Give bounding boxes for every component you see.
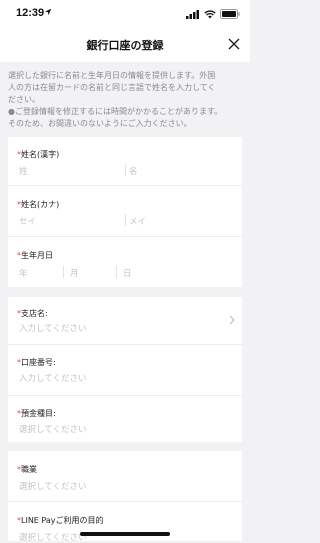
location-arrow-icon — [44, 8, 52, 16]
deposit-type-select[interactable]: 選択してください — [19, 423, 87, 435]
field-divider — [125, 214, 126, 226]
name-kanji-field[interactable]: *姓名(漢字) 姓 名 — [8, 137, 242, 186]
notice-line: そのため、お間違いのないようにご入力ください。 — [8, 119, 192, 128]
first-name-kanji-input[interactable]: 名 — [129, 165, 138, 177]
close-icon[interactable] — [226, 36, 242, 52]
account-number-label: 口座番号: — [21, 358, 56, 367]
name-kanji-label: 姓名(漢字) — [21, 150, 60, 159]
notice-line: ださい。 — [8, 95, 40, 104]
status-bar: 12:39 — [0, 0, 250, 28]
deposit-type-label: 預金種目: — [21, 409, 56, 418]
branch-field[interactable]: *支店名: 入力してください — [8, 297, 242, 345]
birthdate-label: 生年月日 — [21, 251, 53, 260]
battery-icon — [220, 9, 240, 19]
notice-line: ●ご登録情報を修正するには時間がかかることがあります。 — [8, 107, 223, 116]
deposit-type-field[interactable]: *預金種目: 選択してください — [8, 396, 242, 442]
name-kana-field[interactable]: *姓名(カナ) セイ メイ — [8, 186, 242, 237]
status-time: 12:39 — [16, 7, 45, 19]
purpose-field[interactable]: *LINE Payご利用の目的 選択してください — [8, 502, 242, 543]
branch-input[interactable]: 入力してください — [19, 322, 87, 334]
occupation-label: 職業 — [21, 465, 37, 474]
page-title: 銀行口座の登録 — [86, 39, 164, 52]
last-name-kanji-input[interactable]: 姓 — [19, 165, 28, 177]
bank-info-card: *支店名: 入力してください *口座番号: 入力してください *預金種目: 選択… — [8, 297, 242, 442]
status-icons — [186, 9, 240, 19]
field-divider — [125, 164, 126, 176]
birth-day-input[interactable]: 日 — [123, 267, 132, 279]
name-kana-label: 姓名(カナ) — [21, 200, 60, 209]
signal-icon — [186, 9, 199, 19]
navigation-header: 銀行口座の登録 — [0, 28, 250, 62]
notice-line: 選択した銀行に名前と生年月日の情報を提供します。外国 — [8, 71, 216, 80]
chevron-right-icon — [229, 315, 235, 325]
occupation-field[interactable]: *職業 選択してください — [8, 451, 242, 502]
occupation-select[interactable]: 選択してください — [19, 480, 87, 492]
branch-label: 支店名: — [21, 309, 48, 318]
notice-line: 人の方は在留カードの名前と同じ言語で姓名を入力してく — [8, 83, 216, 92]
wifi-icon — [204, 9, 216, 18]
account-number-field[interactable]: *口座番号: 入力してください — [8, 345, 242, 396]
field-divider — [116, 266, 117, 278]
birth-month-input[interactable]: 月 — [70, 267, 79, 279]
personal-info-card: *姓名(漢字) 姓 名 *姓名(カナ) セイ メイ *生年月日 年 月 日 — [8, 137, 242, 287]
other-info-card: *職業 選択してください *LINE Payご利用の目的 選択してください — [8, 451, 242, 543]
last-name-kana-input[interactable]: セイ — [19, 215, 36, 227]
birthdate-field[interactable]: *生年月日 年 月 日 — [8, 237, 242, 287]
birth-year-input[interactable]: 年 — [19, 267, 28, 279]
account-number-input[interactable]: 入力してください — [19, 372, 87, 384]
info-notice: 選択した銀行に名前と生年月日の情報を提供します。外国 人の方は在留カードの名前と… — [8, 70, 242, 130]
purpose-select[interactable]: 選択してください — [19, 531, 87, 543]
home-indicator[interactable] — [80, 532, 170, 536]
first-name-kana-input[interactable]: メイ — [129, 215, 146, 227]
purpose-label: LINE Payご利用の目的 — [21, 516, 104, 525]
field-divider — [63, 266, 64, 278]
